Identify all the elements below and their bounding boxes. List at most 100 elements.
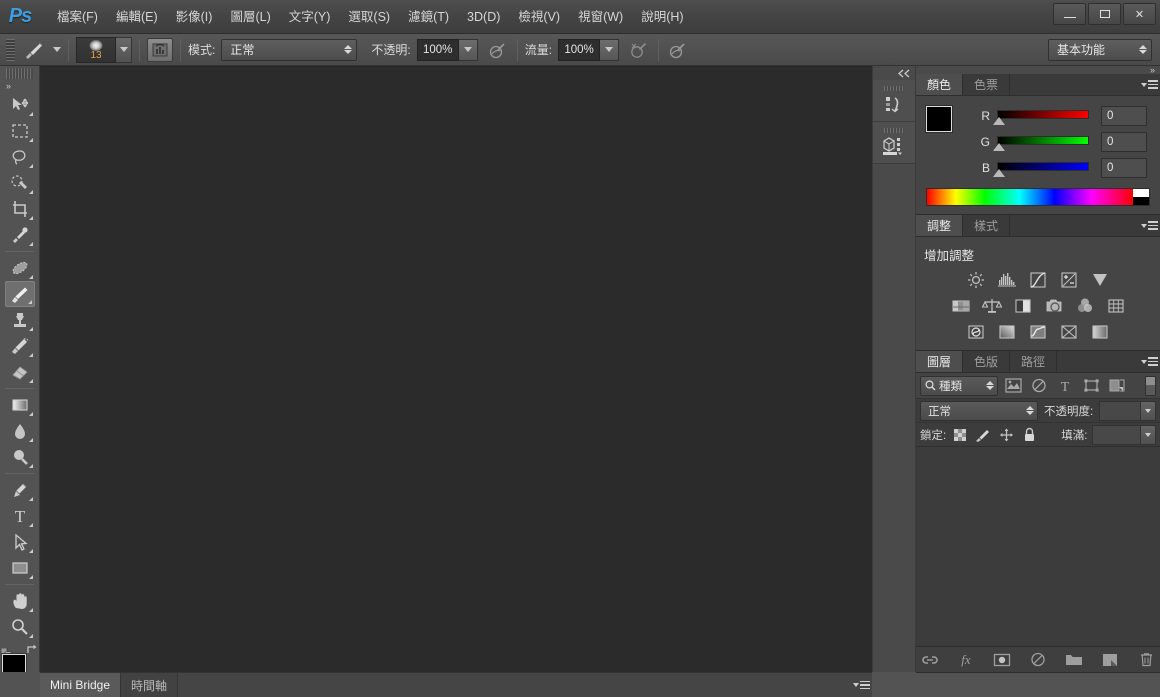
lock-position-icon[interactable] — [997, 426, 1015, 444]
icon-dock-collapse-icon[interactable] — [873, 66, 915, 80]
selective-color-icon[interactable] — [1089, 322, 1111, 342]
path-selection-tool[interactable] — [5, 529, 35, 555]
slider-track-r[interactable] — [993, 109, 1089, 125]
flow-control[interactable]: 100% — [558, 38, 620, 61]
vibrance-icon[interactable] — [1089, 270, 1111, 290]
menu-layer[interactable]: 圖層(L) — [221, 6, 279, 28]
curves-icon[interactable] — [1027, 270, 1049, 290]
new-layer-icon[interactable] — [1100, 650, 1120, 670]
brush-panel-icon[interactable] — [147, 37, 173, 62]
color-panel-menu-icon[interactable] — [1138, 74, 1160, 95]
tab-color[interactable]: 顏色 — [916, 74, 964, 95]
type-tool[interactable]: T — [5, 503, 35, 529]
slider-track-b[interactable] — [993, 161, 1089, 177]
photo-filter-icon[interactable] — [1043, 296, 1065, 316]
menu-select[interactable]: 選取(S) — [339, 6, 399, 28]
history-brush-tool[interactable] — [5, 333, 35, 359]
bottom-bar-menu-icon[interactable] — [850, 673, 872, 697]
clone-stamp-tool[interactable] — [5, 307, 35, 333]
layer-filter-kind-select[interactable]: 種類 — [920, 375, 998, 396]
slider-value-r[interactable]: 0 — [1101, 106, 1147, 126]
tab-channels[interactable]: 色版 — [963, 351, 1011, 372]
dock-collapse-icon[interactable]: » — [1150, 66, 1155, 75]
exposure-icon[interactable] — [1058, 270, 1080, 290]
menu-help[interactable]: 說明(H) — [632, 6, 692, 28]
pixel-filter-icon[interactable] — [1002, 376, 1024, 396]
canvas-workspace[interactable] — [40, 66, 872, 672]
spectrum-white-black[interactable] — [1133, 189, 1149, 205]
color-balance-icon[interactable] — [981, 296, 1003, 316]
flow-chevron-down-icon[interactable] — [600, 38, 620, 61]
new-group-icon[interactable] — [1064, 650, 1084, 670]
menu-type[interactable]: 文字(Y) — [280, 6, 340, 28]
color-panel-foreground-swatch[interactable] — [925, 105, 953, 133]
smart-object-filter-icon[interactable] — [1106, 376, 1128, 396]
tools-collapse-icon[interactable]: » — [0, 82, 39, 92]
layers-list[interactable] — [916, 447, 1160, 646]
layer-fill-chevron-down-icon[interactable] — [1140, 425, 1155, 444]
airbrush-icon[interactable] — [627, 38, 651, 62]
slider-value-g[interactable]: 0 — [1101, 132, 1147, 152]
opacity-control[interactable]: 100% — [416, 38, 478, 61]
delete-layer-icon[interactable] — [1136, 650, 1156, 670]
brush-preset-chevron-down-icon[interactable] — [116, 36, 132, 63]
tool-preset-chevron-down-icon[interactable] — [53, 47, 61, 52]
tools-panel-grip[interactable] — [6, 68, 33, 79]
tab-layers[interactable]: 圖層 — [916, 351, 964, 372]
hand-tool[interactable] — [5, 588, 35, 614]
tab-adjustments[interactable]: 調整 — [916, 215, 964, 236]
layer-fill-field[interactable] — [1092, 424, 1156, 445]
options-bar-grip[interactable] — [6, 38, 15, 61]
blur-tool[interactable] — [5, 418, 35, 444]
color-panel-swatches[interactable] — [925, 105, 968, 148]
flow-value[interactable]: 100% — [558, 38, 601, 61]
tab-styles[interactable]: 樣式 — [963, 215, 1011, 236]
brightness-contrast-icon[interactable] — [965, 270, 987, 290]
shape-filter-icon[interactable] — [1080, 376, 1102, 396]
slider-thumb-g[interactable] — [993, 142, 1005, 151]
black-white-icon[interactable] — [1012, 296, 1034, 316]
dock-top-bar[interactable]: » — [916, 66, 1160, 75]
pen-tool[interactable] — [5, 477, 35, 503]
gradient-map-icon[interactable] — [1058, 322, 1080, 342]
brush-preset-picker[interactable]: 13 — [76, 36, 132, 63]
shape-tool[interactable] — [5, 555, 35, 581]
close-button[interactable]: ✕ — [1123, 3, 1156, 25]
tab-paths[interactable]: 路徑 — [1010, 351, 1058, 372]
layer-blend-mode-select[interactable]: 正常 — [920, 400, 1038, 421]
move-tool[interactable] — [5, 92, 35, 118]
lock-all-icon[interactable] — [1020, 426, 1038, 444]
workspace-selector[interactable]: 基本功能 — [1048, 38, 1152, 61]
lasso-tool[interactable] — [5, 144, 35, 170]
threshold-icon[interactable] — [1027, 322, 1049, 342]
eyedropper-tool[interactable] — [5, 222, 35, 248]
eraser-tool[interactable] — [5, 359, 35, 385]
pressure-opacity-icon[interactable] — [486, 38, 510, 62]
quick-selection-tool[interactable] — [5, 170, 35, 196]
brush-tool[interactable] — [4, 281, 35, 307]
add-mask-icon[interactable] — [992, 650, 1012, 670]
layer-opacity-chevron-down-icon[interactable] — [1140, 401, 1155, 420]
minimize-button[interactable] — [1053, 3, 1086, 25]
invert-icon[interactable] — [965, 322, 987, 342]
slider-value-b[interactable]: 0 — [1101, 158, 1147, 178]
color-spectrum-ramp[interactable] — [926, 188, 1150, 206]
history-panel-icon[interactable] — [873, 80, 915, 122]
link-layers-icon[interactable] — [920, 650, 940, 670]
type-filter-icon[interactable]: T — [1054, 376, 1076, 396]
swap-colors-icon[interactable] — [26, 644, 39, 658]
menu-filter[interactable]: 濾鏡(T) — [399, 6, 458, 28]
empty-document-area[interactable] — [45, 70, 872, 672]
layer-opacity-field[interactable] — [1099, 400, 1156, 421]
menu-view[interactable]: 檢視(V) — [509, 6, 569, 28]
crop-tool[interactable] — [5, 196, 35, 222]
posterize-icon[interactable] — [996, 322, 1018, 342]
spectrum-gradient[interactable] — [927, 189, 1133, 205]
pressure-size-icon[interactable] — [666, 38, 690, 62]
slider-thumb-b[interactable] — [993, 168, 1005, 177]
opacity-value[interactable]: 100% — [416, 38, 459, 61]
adjustment-layer-icon[interactable] — [1028, 650, 1048, 670]
zoom-tool[interactable] — [5, 614, 35, 640]
color-lookup-icon[interactable] — [1105, 296, 1127, 316]
levels-icon[interactable] — [996, 270, 1018, 290]
